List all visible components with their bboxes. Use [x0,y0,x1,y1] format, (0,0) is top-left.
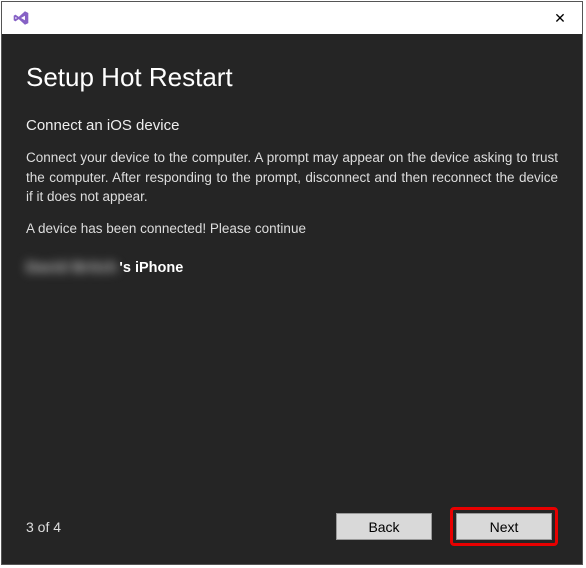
device-name-suffix: 's iPhone [119,260,183,276]
device-name: David Britch's iPhone [26,260,558,276]
next-button[interactable]: Next [456,513,552,540]
close-button[interactable]: ✕ [548,6,572,30]
next-button-highlight: Next [450,507,558,546]
instructions-text: Connect your device to the computer. A p… [26,148,558,207]
button-row: Back Next [336,507,558,546]
page-title: Setup Hot Restart [26,62,558,93]
footer: 3 of 4 Back Next [26,507,558,546]
page-subtitle: Connect an iOS device [26,117,558,134]
device-name-blurred: David Britch [26,260,117,276]
visual-studio-icon [12,9,30,27]
back-button[interactable]: Back [336,513,432,540]
dialog-body: Setup Hot Restart Connect an iOS device … [2,34,582,564]
status-text: A device has been connected! Please cont… [26,221,558,236]
progress-indicator: 3 of 4 [26,519,61,535]
titlebar-left [12,9,30,27]
titlebar: ✕ [2,2,582,34]
dialog-window: ✕ Setup Hot Restart Connect an iOS devic… [1,1,583,565]
close-icon: ✕ [554,10,566,27]
